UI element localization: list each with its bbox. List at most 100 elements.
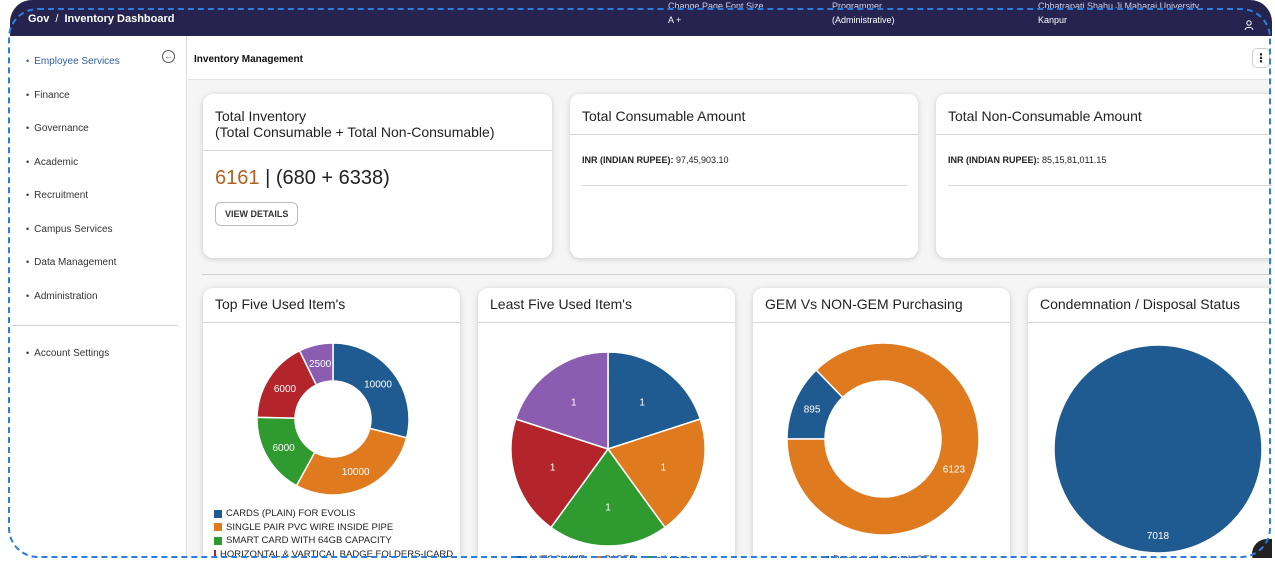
bullet-icon: • [26,56,30,66]
sidebar-item-campus-services[interactable]: • Campus Services [10,224,187,258]
total-count: 6161 [215,167,260,189]
sidebar-item-recruitment[interactable]: • Recruitment [10,190,187,224]
total-nonconsumable-card: Total Non-Consumable Amount INR (INDIAN … [936,94,1272,258]
chart-title: Least Five Used Item's [490,296,632,312]
data-label: 6123 [943,465,966,476]
sidebar-item-label: Finance [34,89,70,101]
nonconsumable-amount: INR (INDIAN RUPEE): 85,15,81,011.15 [936,135,1272,165]
user-role-value: (Administrative) [832,15,895,25]
gem-chart: 895 6123 [786,342,980,536]
sidebar-item-label: Data Management [34,257,117,268]
font-size-control[interactable]: Change Page Font Size A + [668,1,764,27]
chart-legend: Purchased through GEM [821,553,938,558]
data-label: 6000 [274,384,297,395]
breadcrumb-current: Inventory Dashboard [64,13,175,25]
top-five-used-card: Top Five Used Item's 10000 10000 6000 6000 2… [203,288,460,558]
condemnation-chart: 7018 [1053,344,1263,554]
data-label: 1 [605,503,611,514]
data-label: 1 [571,397,577,408]
chart-legend: AUTOCLAVE PAPER a4 paper [516,553,694,558]
legend-label: SMART CARD WITH 64GB CAPACITY [226,535,392,547]
legend-item[interactable]: SMART CARD WITH 64GB CAPACITY [214,534,453,548]
bullet-icon: • [26,257,30,267]
card-title: Total Consumable Amount [582,108,746,124]
top-bar: Gov / Inventory Dashboard Change Page Font… [10,0,1272,36]
pie-slice[interactable] [295,427,408,496]
view-details-button[interactable]: VIEW DETAILS [215,202,299,226]
sidebar-item-account-settings[interactable]: • Account Settings [10,348,187,382]
data-label: 1 [639,397,645,408]
data-label: 10000 [364,380,392,391]
sidebar-item-academic[interactable]: • Academic [10,157,187,191]
legend-label: AUTOCLAVE [528,554,585,558]
card-title-line2: (Total Consumable + Total Non-Consumable… [215,124,495,140]
breakdown-count: (680 + 6338) [275,167,390,189]
pie-slice[interactable] [1053,344,1263,554]
card-divider [478,322,735,323]
data-label: 1 [661,462,667,473]
legend-item[interactable]: HORIZONTAL & VARTICAL BADGE FOLDERS-ICAR… [214,548,453,558]
total-consumable-card: Total Consumable Amount INR (INDIAN RUPE… [570,94,918,258]
sidebar-item-label: Administration [34,290,98,302]
legend-label: CARDS (PLAIN) FOR EVOLIS [226,508,356,520]
sidebar-item-data-management[interactable]: • Data Management [10,257,187,291]
bullet-icon: • [26,89,30,100]
font-size-label: Change Page Font Size [668,1,764,8]
legend-item[interactable]: CARDS (PLAIN) FOR EVOLIS [214,507,453,521]
legend-item[interactable]: a4 paper [644,553,694,558]
gem-vs-nongem-card: GEM Vs NON-GEM Purchasing 895 6123 Purcha… [753,288,1010,558]
card-divider [753,322,1010,323]
sidebar-item-governance[interactable]: • Governance [10,123,187,157]
legend-swatch [644,555,653,558]
app-window: Gov / Inventory Dashboard Change Page Font… [0,0,1275,563]
currency-label: INR (INDIAN RUPEE): [582,155,674,165]
legend-item[interactable]: SINGLE PAIR PVC WIRE INSIDE PIPE [214,521,453,535]
main-content: Inventory Management ⋮ Total Inventory (… [188,36,1272,558]
least-five-used-card: Least Five Used Item's 1 1 1 1 1 AUTOCLAVE PA… [478,288,735,558]
sidebar-item-employee-services[interactable]: • Employee Services [10,56,187,90]
data-label: 10000 [342,467,370,478]
legend-item[interactable]: PAPER [592,553,637,558]
chart-title: GEM Vs NON-GEM Purchasing [765,296,963,312]
card-title: Total Inventory (Total Consumable + Tota… [203,94,552,140]
page-title: Inventory Management [194,54,303,65]
legend-item[interactable]: AUTOCLAVE [516,553,585,558]
legend-label: PAPER [605,554,637,558]
bullet-icon: • [26,123,30,133]
legend-swatch [592,555,601,558]
card-title: Total Non-Consumable Amount [948,108,1142,124]
sidebar-item-administration[interactable]: • Administration [10,291,187,325]
sidebar-item-finance[interactable]: • Finance [10,90,187,124]
page-header: Inventory Management ⋮ [188,36,1272,80]
legend-item[interactable]: Purchased through GEM [821,553,938,558]
consumable-amount: INR (INDIAN RUPEE): 97,45,903.10 [570,135,918,165]
chart-legend: CARDS (PLAIN) FOR EVOLIS SINGLE PAIR PVC … [214,507,453,558]
amount-underline [948,185,1272,186]
amount-underline [582,185,907,186]
user-profile-icon[interactable] [1244,20,1254,30]
total-inventory-value: 6161 | (680 + 6338) [203,151,552,190]
card-divider [203,322,460,323]
condemnation-card: Condemnation / Disposal Status 7018 [1028,288,1272,558]
legend-swatch [821,555,829,558]
separator-bar: | [265,167,271,189]
bullet-icon: • [26,190,30,200]
sidebar-item-label: Employee Services [34,56,120,67]
breadcrumb: Gov / Inventory Dashboard [28,13,175,25]
bullet-icon: • [26,156,30,167]
sidebar: ← • Employee Services • Finance • Governanc… [10,36,187,558]
legend-swatch [516,555,524,558]
least-five-chart: 1 1 1 1 1 [510,351,706,547]
legend-swatch [214,523,222,532]
amount-value: 85,15,81,011.15 [1042,155,1107,165]
breadcrumb-root[interactable]: Gov [28,13,49,25]
user-role: Programmer (Administrative) [832,1,895,27]
font-size-value[interactable]: A + [668,15,681,25]
sidebar-item-label: Academic [34,156,79,168]
more-options-icon[interactable]: ⋮ [1252,48,1270,68]
amount-value: 97,45,903.10 [676,155,729,165]
data-label: 2500 [309,359,332,370]
card-divider [1028,322,1272,323]
sidebar-item-label: Campus Services [34,223,113,235]
legend-label: Purchased through GEM [833,554,938,558]
